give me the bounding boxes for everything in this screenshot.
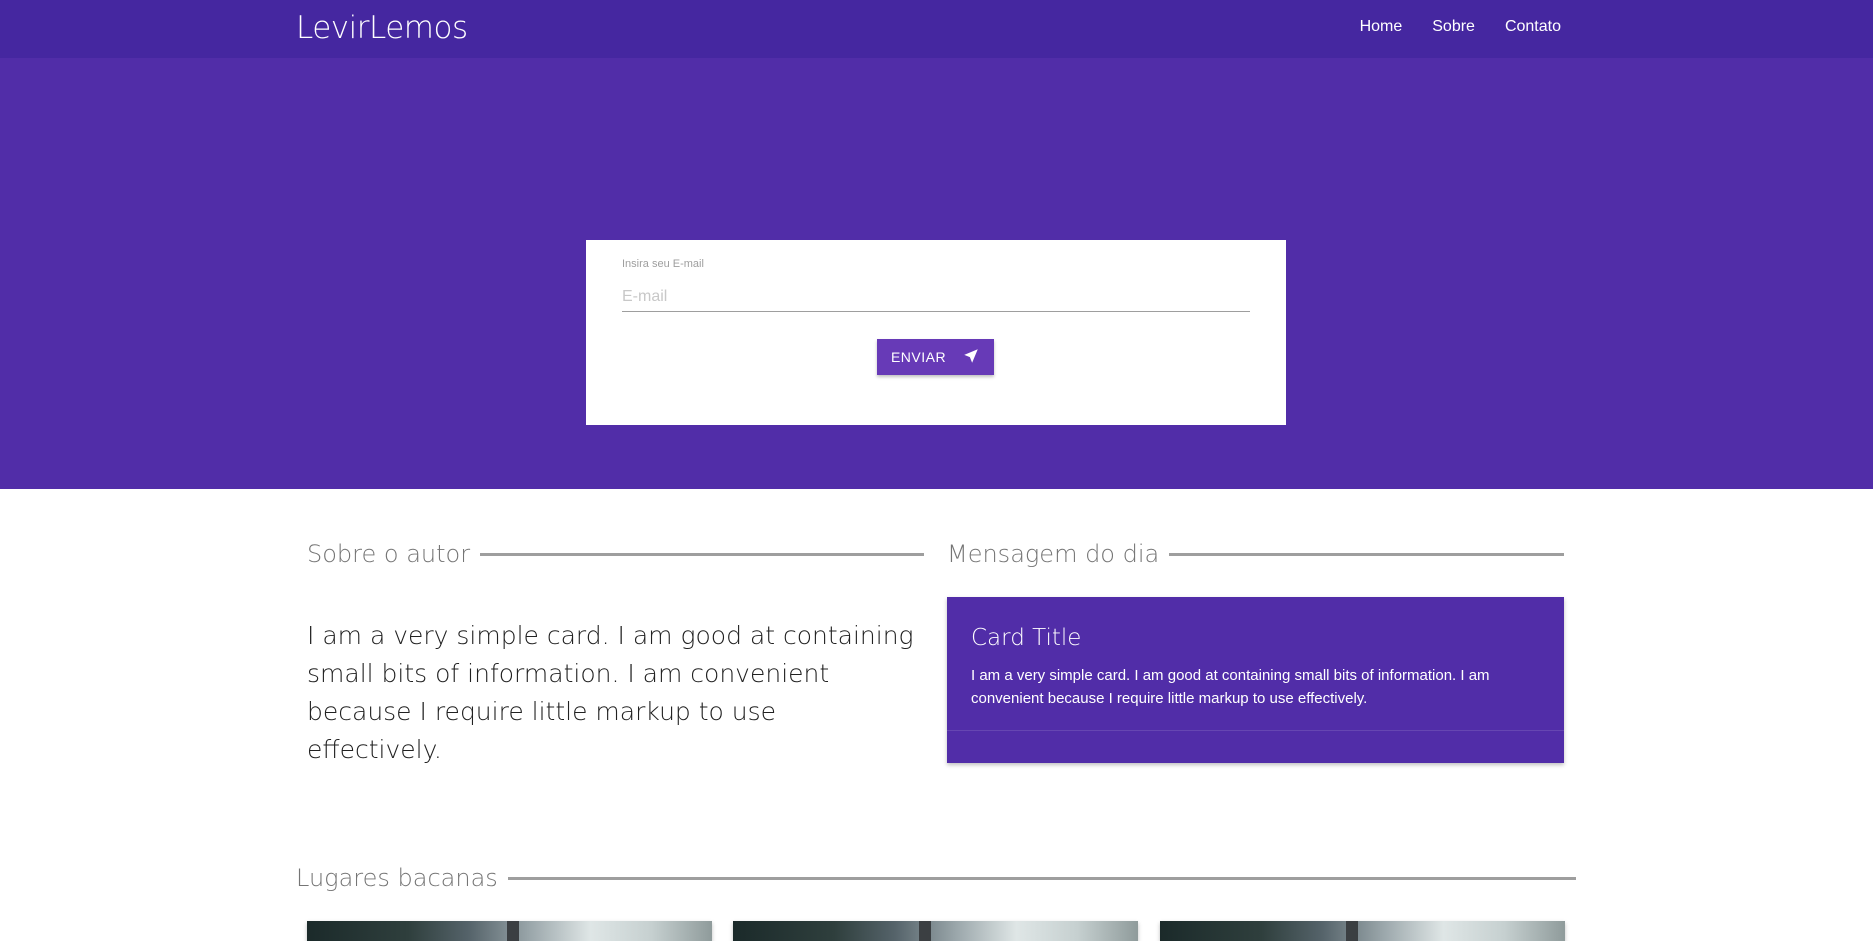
nav-links: Home Sobre Contato: [1360, 18, 1561, 36]
navbar: LevirLemos Home Sobre Contato: [0, 0, 1873, 58]
place-card-image[interactable]: [307, 921, 712, 941]
nav-link-sobre[interactable]: Sobre: [1432, 18, 1475, 36]
send-button[interactable]: ENVIAR: [877, 339, 994, 375]
card-action-divider: [947, 730, 1564, 731]
place-card-image[interactable]: [733, 921, 1138, 941]
card-title: Card Title: [971, 625, 1082, 651]
places-divider: [507, 876, 1576, 880]
place-card-image[interactable]: [1160, 921, 1565, 941]
email-label: Insira seu E-mail: [622, 258, 704, 270]
send-button-label: ENVIAR: [890, 349, 947, 365]
about-header: Sobre o autor: [307, 540, 924, 568]
about-title: Sobre o autor: [307, 540, 471, 568]
nav-link-contato[interactable]: Contato: [1505, 18, 1561, 36]
image-detail: [1346, 921, 1358, 941]
message-header: Mensagem do dia: [947, 540, 1564, 568]
message-card: Card Title I am a very simple card. I am…: [947, 597, 1564, 763]
message-title: Mensagem do dia: [947, 540, 1160, 568]
about-divider: [480, 552, 924, 556]
about-text: I am a very simple card. I am good at co…: [307, 621, 914, 764]
card-text: I am a very simple card. I am good at co…: [971, 667, 1490, 707]
email-input[interactable]: [622, 282, 1250, 312]
image-detail: [507, 921, 519, 941]
send-icon: [962, 347, 980, 368]
brand-logo[interactable]: LevirLemos: [296, 10, 468, 46]
places-header: Lugares bacanas: [296, 864, 1576, 892]
hero-section: Insira seu E-mail ENVIAR: [0, 58, 1873, 489]
image-detail: [919, 921, 931, 941]
message-divider: [1169, 552, 1564, 556]
places-title: Lugares bacanas: [296, 864, 498, 892]
nav-link-home[interactable]: Home: [1360, 18, 1403, 36]
email-form-card: Insira seu E-mail ENVIAR: [586, 240, 1286, 425]
